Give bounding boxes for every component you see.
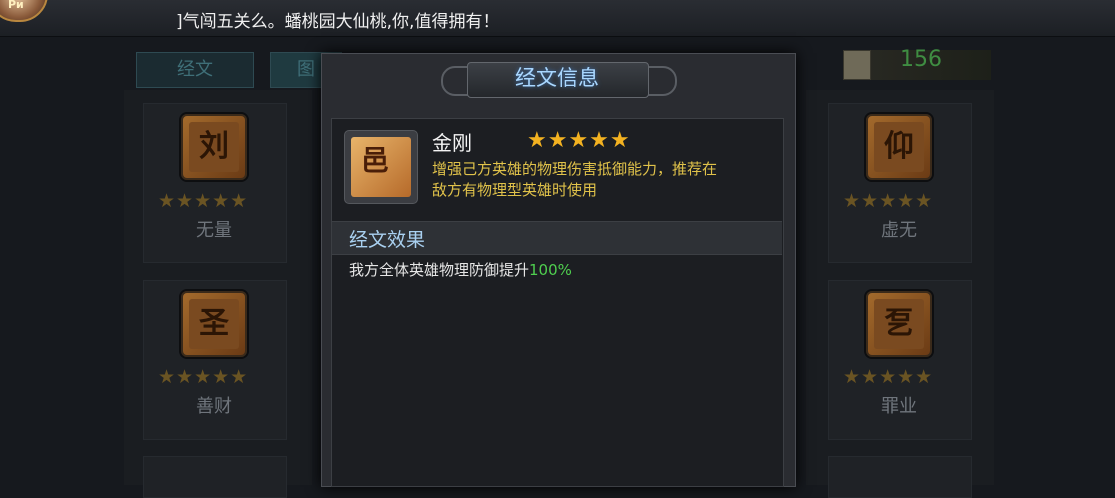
star-rating: ★★★★★ [158,190,249,212]
scripture-glyph: 刘 [189,122,239,172]
scripture-glyph: 圣 [189,299,239,349]
effect-text: 我方全体英雄物理防御提升 [349,261,530,279]
scripture-name: 金刚 [432,131,472,155]
scripture-glyph: 邑 [360,144,389,177]
scripture-icon: 刘 [181,114,247,180]
avatar-tag: Ри [8,0,24,11]
selected-scripture-icon: 邑 [344,130,418,204]
star-rating: ★★★★★ [527,128,631,153]
scripture-icon: 圣 [181,291,247,357]
scripture-name: 善财 [196,396,232,417]
star-rating: ★★★★★ [158,366,249,388]
marquee-text: ]气闯五关么。蟠桃园大仙桃,你,值得拥有！ [176,12,500,32]
description-line: 敌方有物理型英雄时使用 [432,181,598,199]
effect-line: 我方全体英雄物理防御提升100% [349,259,572,280]
effect-value: 100% [529,261,572,279]
marquee-bar [0,0,1115,37]
scripture-description: 增强己方英雄的物理伤害抵御能力，推荐在 敌方有物理型英雄时使用 [432,159,777,201]
scroll-icon [843,50,871,80]
scripture-glyph: 仰 [874,122,924,172]
scripture-card-partial[interactable] [828,456,972,498]
star-rating: ★★★★★ [843,190,934,212]
scripture-name: 无量 [196,220,232,241]
scripture-glyph: 乭 [874,299,924,349]
scripture-icon: 仰 [866,114,932,180]
scripture-card-partial[interactable] [143,456,287,498]
currency-value: 156 [900,47,942,72]
star-rating: ★★★★★ [843,366,934,388]
tab-scriptures[interactable]: 经文 [136,52,254,88]
dialog-title: 经文信息 [515,66,599,90]
effect-section-title: 经文效果 [349,229,426,251]
scripture-name: 虚无 [881,220,917,241]
scripture-name: 罪业 [881,396,917,417]
description-line: 增强己方英雄的物理伤害抵御能力，推荐在 [432,160,718,178]
scripture-icon: 乭 [866,291,932,357]
